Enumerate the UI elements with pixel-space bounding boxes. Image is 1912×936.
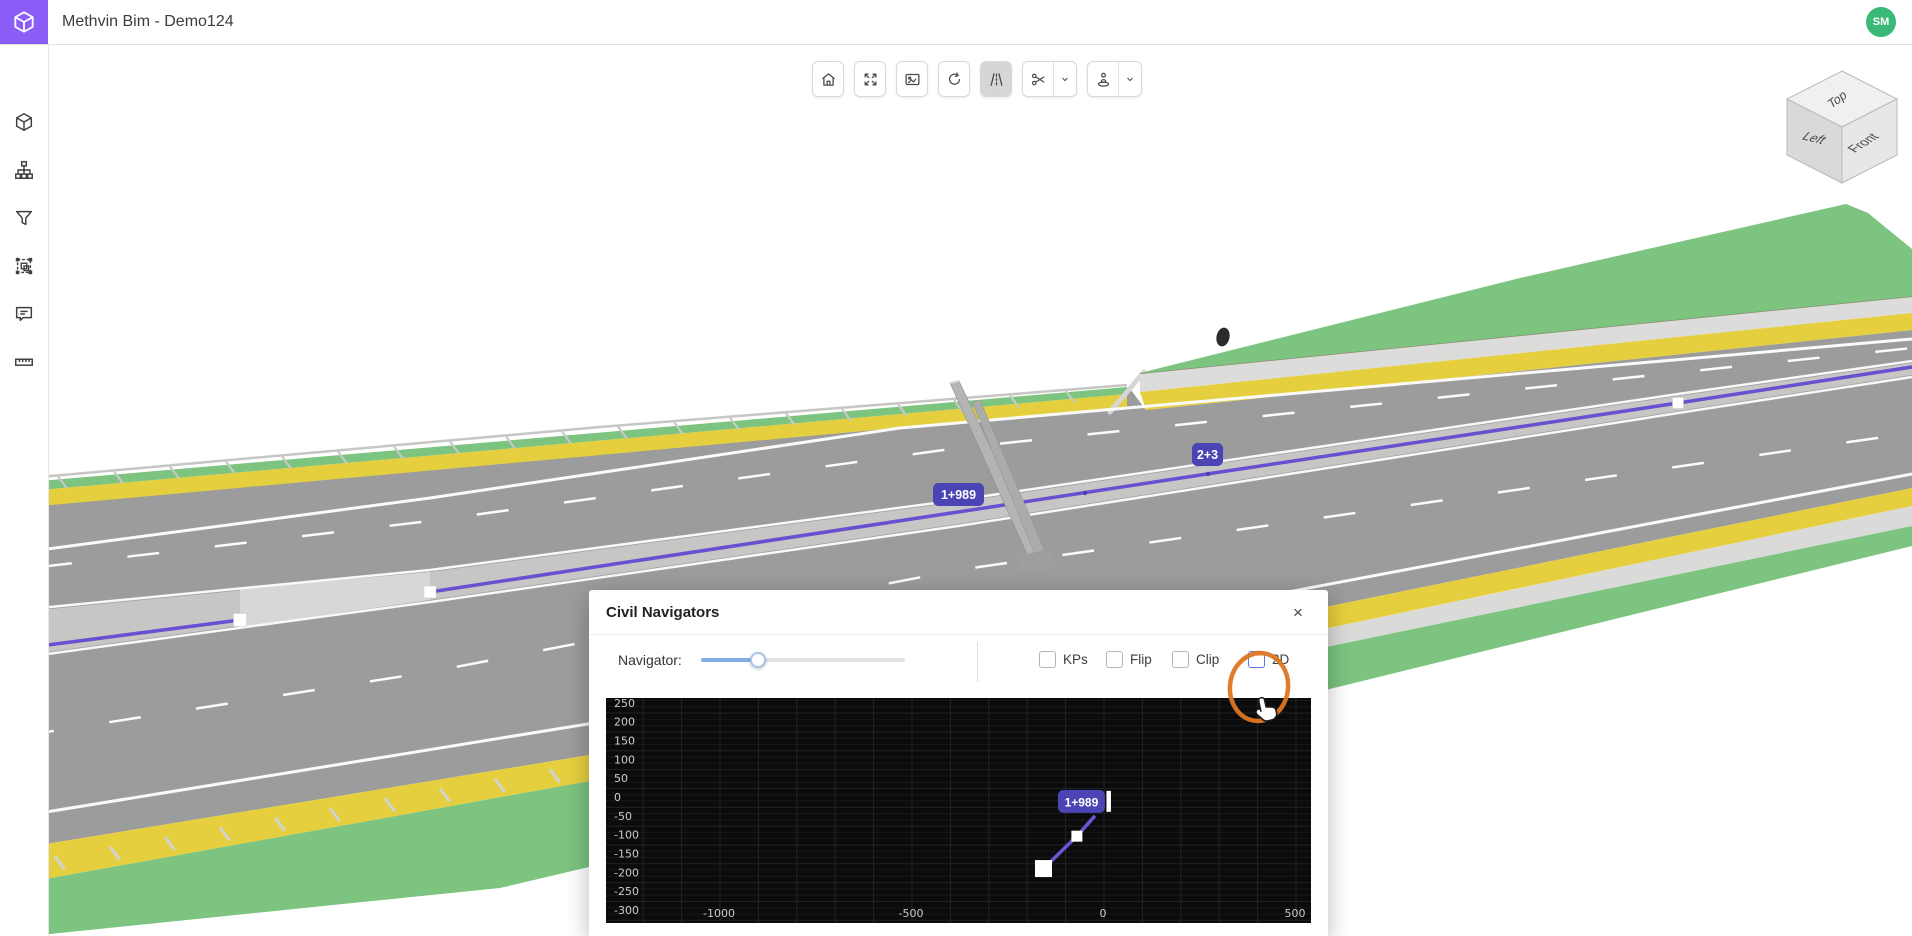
orbit-button[interactable]: [939, 62, 969, 96]
section-cut-button[interactable]: [1023, 62, 1053, 96]
road-alignment-icon: [988, 71, 1005, 88]
sidebar-item-comments[interactable]: [13, 303, 35, 325]
panel-title: Civil Navigators: [606, 590, 719, 634]
clip-label: Clip: [1196, 652, 1219, 667]
fit-view-icon: [862, 71, 879, 88]
2d-checkbox[interactable]: [1248, 651, 1265, 668]
top-bar: Methvin Bim - Demo124 SM: [0, 0, 1912, 45]
alignment-handle[interactable]: [234, 614, 247, 627]
sidebar-item-hierarchy[interactable]: [13, 159, 35, 181]
2d-label: 2D: [1272, 652, 1289, 667]
orbit-icon: [946, 71, 963, 88]
chevron-down-icon: [1059, 73, 1071, 85]
first-person-icon: [1095, 71, 1112, 88]
close-icon[interactable]: ×: [1287, 602, 1309, 624]
navigator-slider[interactable]: [701, 650, 905, 670]
comment-icon: [13, 303, 35, 325]
chevron-down-icon: [1124, 73, 1136, 85]
svg-text:2+3: 2+3: [1197, 448, 1218, 462]
svg-text:0: 0: [614, 791, 621, 804]
checkbox-flip[interactable]: Flip: [1106, 651, 1152, 668]
view-cube[interactable]: Top Left Front: [1775, 63, 1910, 193]
section-box-icon: [13, 255, 35, 277]
sidebar-item-model[interactable]: [13, 111, 35, 133]
alignment-handle[interactable]: [424, 586, 436, 598]
panel-header[interactable]: Civil Navigators ×: [589, 590, 1328, 635]
first-person-button[interactable]: [1088, 62, 1118, 96]
sidebar-item-filter[interactable]: [13, 207, 35, 229]
user-avatar[interactable]: SM: [1866, 7, 1896, 37]
filter-icon: [13, 207, 35, 229]
svg-text:200: 200: [614, 716, 635, 729]
hierarchy-icon: [13, 159, 35, 181]
ruler-icon: [13, 351, 35, 373]
section-cut-icon: [1030, 71, 1047, 88]
cube-icon: [13, 111, 35, 133]
svg-text:1+989: 1+989: [1065, 795, 1099, 809]
alignment-chart[interactable]: 1+989250200150100500-50-100-150-200-250-…: [606, 698, 1311, 923]
checkbox-clip[interactable]: Clip: [1172, 651, 1219, 668]
svg-text:-250: -250: [614, 885, 639, 898]
svg-text:-500: -500: [899, 907, 924, 920]
checkbox-2d[interactable]: 2D: [1248, 651, 1289, 668]
navigator-label: Navigator:: [618, 652, 682, 668]
clip-checkbox[interactable]: [1172, 651, 1189, 668]
road-alignment-button[interactable]: [981, 62, 1011, 96]
kps-checkbox[interactable]: [1039, 651, 1056, 668]
section-cut-dropdown[interactable]: [1053, 62, 1076, 96]
screenshot-icon: [904, 71, 921, 88]
home-icon: [820, 71, 837, 88]
svg-text:-50: -50: [614, 810, 632, 823]
alignment-vertex-dot: [1206, 472, 1210, 476]
checkbox-kps[interactable]: KPs: [1039, 651, 1088, 668]
sidebar-item-section-box[interactable]: [13, 255, 35, 277]
cube-logo-icon: [11, 9, 37, 35]
svg-text:1+989: 1+989: [941, 488, 976, 502]
alignment-vertex-dot: [1083, 491, 1087, 495]
fit-view-button[interactable]: [855, 62, 885, 96]
svg-text:-150: -150: [614, 848, 639, 861]
home-button[interactable]: [813, 62, 843, 96]
viewer-toolbar: [812, 61, 1142, 97]
flip-label: Flip: [1130, 652, 1152, 667]
svg-text:100: 100: [614, 753, 635, 766]
svg-text:0: 0: [1100, 907, 1107, 920]
svg-text:250: 250: [614, 698, 635, 710]
kps-label: KPs: [1063, 652, 1088, 667]
station-label-1989[interactable]: 1+989: [933, 483, 984, 506]
svg-text:-100: -100: [614, 829, 639, 842]
svg-text:150: 150: [614, 734, 635, 747]
svg-text:-1000: -1000: [703, 907, 735, 920]
slider-thumb[interactable]: [750, 652, 766, 668]
divider: [977, 642, 978, 682]
svg-text:50: 50: [614, 772, 628, 785]
flip-checkbox[interactable]: [1106, 651, 1123, 668]
svg-text:-200: -200: [614, 866, 639, 879]
app-logo: [0, 0, 48, 44]
svg-text:-300: -300: [614, 904, 639, 917]
sidebar-item-measure[interactable]: [13, 351, 35, 373]
station-label-2-3[interactable]: 2+3: [1192, 443, 1223, 466]
screenshot-button[interactable]: [897, 62, 927, 96]
page-title: Methvin Bim - Demo124: [62, 0, 234, 44]
svg-text:500: 500: [1285, 907, 1306, 920]
left-sidebar: [0, 44, 49, 936]
first-person-dropdown[interactable]: [1118, 62, 1141, 96]
civil-navigators-panel: Civil Navigators × Navigator: KPs Flip C…: [589, 590, 1328, 936]
alignment-handle[interactable]: [1673, 398, 1684, 409]
